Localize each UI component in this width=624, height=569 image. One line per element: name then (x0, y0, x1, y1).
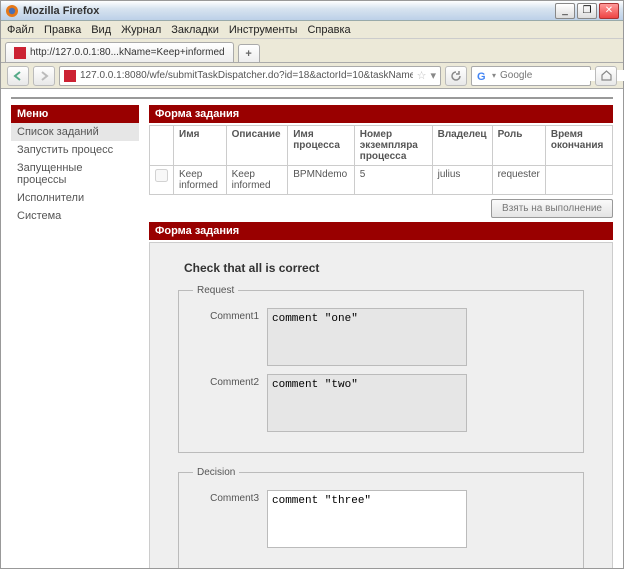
task-table: Имя Описание Имя процесса Номер экземпля… (149, 125, 613, 195)
menu-tools[interactable]: Инструменты (229, 24, 298, 36)
col-end: Время окончания (545, 126, 612, 166)
reload-button[interactable] (445, 66, 467, 86)
navigation-toolbar: ☆ ▾ G ▾ (1, 63, 623, 89)
form-title: Check that all is correct (184, 261, 584, 275)
menu-edit[interactable]: Правка (44, 24, 81, 36)
sidebar-item-running[interactable]: Запущенные процессы (11, 159, 139, 189)
col-proc: Имя процесса (288, 126, 355, 166)
task-form-header-2: Форма задания (149, 222, 613, 240)
dropdown-icon[interactable]: ▾ (430, 69, 436, 82)
menu-history[interactable]: Журнал (121, 24, 161, 36)
menu-view[interactable]: Вид (91, 24, 111, 36)
menu-file[interactable]: Файл (7, 24, 34, 36)
sidebar: Меню Список заданий Запустить процесс За… (11, 105, 139, 568)
dropdown-icon[interactable]: ▾ (492, 71, 496, 80)
textarea-comment3[interactable] (267, 490, 467, 548)
sidebar-header: Меню (11, 105, 139, 123)
page-content: Меню Список заданий Запустить процесс За… (1, 89, 623, 568)
label-comment1: Comment1 (193, 308, 267, 322)
col-inst: Номер экземпляра процесса (354, 126, 432, 166)
maximize-button[interactable]: ❐ (577, 3, 597, 19)
sidebar-item-executors[interactable]: Исполнители (11, 189, 139, 207)
cell-end (545, 166, 612, 195)
task-form-header-1: Форма задания (149, 105, 613, 123)
browser-menubar: Файл Правка Вид Журнал Закладки Инструме… (1, 21, 623, 39)
textarea-comment1 (267, 308, 467, 366)
col-check (150, 126, 174, 166)
tab-label: http://127.0.0.1:80...kName=Keep+informe… (30, 47, 225, 58)
col-desc: Описание (226, 126, 288, 166)
minimize-button[interactable]: _ (555, 3, 575, 19)
cell-inst: 5 (354, 166, 432, 195)
label-comment3: Comment3 (193, 490, 267, 504)
cell-name: Keep informed (174, 166, 227, 195)
tab-strip: http://127.0.0.1:80...kName=Keep+informe… (1, 39, 623, 63)
col-owner: Владелец (432, 126, 492, 166)
close-button[interactable]: ✕ (599, 3, 619, 19)
main-area: Форма задания Имя Описание Имя процесса … (149, 105, 613, 568)
take-task-button[interactable]: Взять на выполнение (491, 199, 613, 218)
fieldset-request: Request Comment1 Comment2 (178, 285, 584, 453)
url-input[interactable] (80, 70, 413, 81)
new-tab-button[interactable]: + (238, 44, 260, 62)
url-bar[interactable]: ☆ ▾ (59, 66, 441, 86)
legend-decision: Decision (193, 467, 239, 478)
table-header-row: Имя Описание Имя процесса Номер экземпля… (150, 126, 613, 166)
legend-request: Request (193, 285, 238, 296)
google-icon: G (476, 70, 488, 82)
window-titlebar: Mozilla Firefox _ ❐ ✕ (1, 1, 623, 21)
firefox-icon (5, 4, 19, 18)
task-form: Check that all is correct Request Commen… (149, 242, 613, 568)
cell-proc: BPMNdemo (288, 166, 355, 195)
tab-favicon (14, 47, 26, 59)
forward-button[interactable] (33, 66, 55, 86)
bookmark-star-icon[interactable]: ☆ (417, 69, 427, 82)
svg-text:G: G (477, 71, 486, 82)
window-title: Mozilla Firefox (23, 5, 553, 17)
cell-owner: julius (432, 166, 492, 195)
menu-help[interactable]: Справка (307, 24, 350, 36)
menu-bookmarks[interactable]: Закладки (171, 24, 219, 36)
search-bar[interactable]: G ▾ (471, 66, 591, 86)
url-favicon (64, 70, 76, 82)
fieldset-decision: Decision Comment3 (178, 467, 584, 568)
col-name: Имя (174, 126, 227, 166)
browser-tab[interactable]: http://127.0.0.1:80...kName=Keep+informe… (5, 42, 234, 62)
col-role: Роль (492, 126, 545, 166)
label-comment2: Comment2 (193, 374, 267, 388)
table-row: Keep informed Keep informed BPMNdemo 5 j… (150, 166, 613, 195)
cell-desc: Keep informed (226, 166, 288, 195)
sidebar-item-system[interactable]: Система (11, 207, 139, 225)
textarea-comment2 (267, 374, 467, 432)
back-button[interactable] (7, 66, 29, 86)
row-checkbox[interactable] (155, 169, 168, 182)
sidebar-item-tasks[interactable]: Список заданий (11, 123, 139, 141)
cell-role: requester (492, 166, 545, 195)
home-button[interactable] (595, 66, 617, 86)
sidebar-item-start[interactable]: Запустить процесс (11, 141, 139, 159)
